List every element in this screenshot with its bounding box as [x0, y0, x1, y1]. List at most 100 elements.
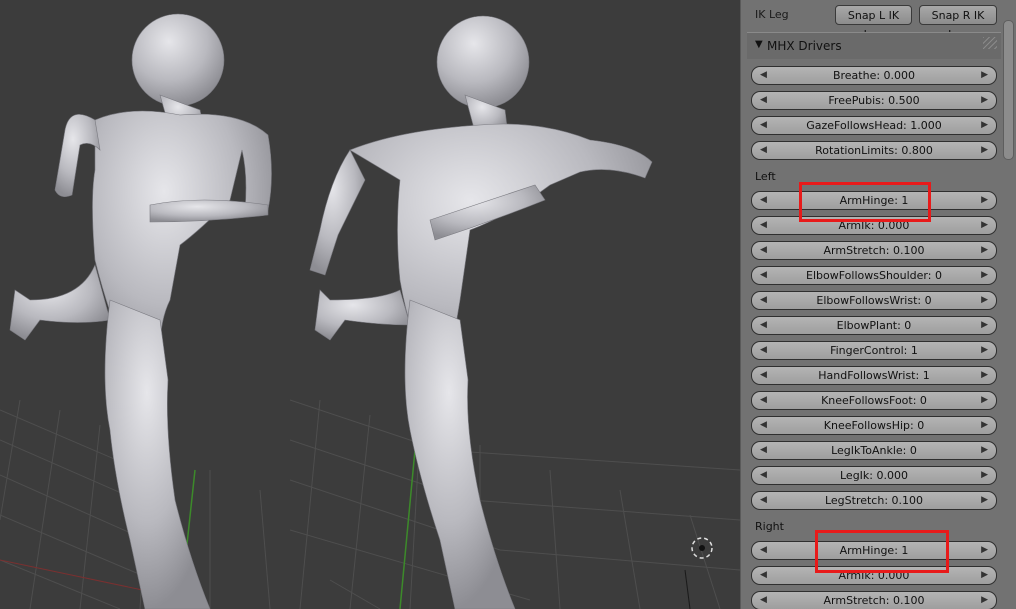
- slider-left-legstretch[interactable]: ◀ LegStretch: 0.100 ▶: [751, 491, 997, 510]
- decrement-arrow-icon[interactable]: ◀: [760, 292, 767, 309]
- decrement-arrow-icon[interactable]: ◀: [760, 267, 767, 284]
- decrement-arrow-icon[interactable]: ◀: [760, 542, 767, 559]
- increment-arrow-icon[interactable]: ▶: [981, 367, 988, 384]
- increment-arrow-icon[interactable]: ▶: [981, 567, 988, 584]
- floor-grid: [290, 399, 740, 609]
- slider-value: ElbowFollowsWrist: 0: [816, 294, 932, 307]
- increment-arrow-icon[interactable]: ▶: [981, 317, 988, 334]
- slider-value: ArmIk: 0.000: [838, 569, 910, 582]
- decrement-arrow-icon[interactable]: ◀: [760, 442, 767, 459]
- figure-armhinge-on: [290, 15, 740, 609]
- slider-right-armstretch[interactable]: ◀ ArmStretch: 0.100 ▶: [751, 591, 997, 609]
- human-figure: [9, 13, 272, 609]
- slider-value: ArmIk: 0.000: [838, 219, 910, 232]
- increment-arrow-icon[interactable]: ▶: [981, 267, 988, 284]
- slider-left-elbowfollowswrist[interactable]: ◀ ElbowFollowsWrist: 0 ▶: [751, 291, 997, 310]
- increment-arrow-icon[interactable]: ▶: [981, 442, 988, 459]
- decrement-arrow-icon[interactable]: ◀: [760, 317, 767, 334]
- increment-arrow-icon[interactable]: ▶: [981, 417, 988, 434]
- slider-gazefollowshead[interactable]: ◀ GazeFollowsHead: 1.000 ▶: [751, 116, 997, 135]
- slider-rotationlimits[interactable]: ◀ RotationLimits: 0.800 ▶: [751, 141, 997, 160]
- slider-left-armhinge[interactable]: ◀ ArmHinge: 1 ▶: [751, 191, 997, 210]
- 3d-cursor-icon[interactable]: [691, 537, 713, 559]
- slider-value: LegIk: 0.000: [840, 469, 908, 482]
- slider-left-fingercontrol[interactable]: ◀ FingerControl: 1 ▶: [751, 341, 997, 360]
- slider-value: ArmStretch: 0.100: [823, 594, 925, 607]
- increment-arrow-icon[interactable]: ▶: [981, 592, 988, 609]
- slider-value: GazeFollowsHead: 1.000: [806, 119, 942, 132]
- mhx-drivers-header[interactable]: ▼ MHX Drivers: [747, 32, 1001, 59]
- slider-freepubis[interactable]: ◀ FreePubis: 0.500 ▶: [751, 91, 997, 110]
- slider-value: ArmStretch: 0.100: [823, 244, 925, 257]
- decrement-arrow-icon[interactable]: ◀: [760, 392, 767, 409]
- slider-value: ArmHinge: 1: [839, 544, 909, 557]
- axis-line: [684, 569, 691, 609]
- panel-scrollbar[interactable]: [1003, 20, 1014, 160]
- decrement-arrow-icon[interactable]: ◀: [760, 417, 767, 434]
- mhx-drivers-title: MHX Drivers: [767, 39, 842, 53]
- y-axis-line: [399, 449, 416, 609]
- increment-arrow-icon[interactable]: ▶: [981, 467, 988, 484]
- drag-grip-icon[interactable]: [983, 37, 997, 49]
- slider-value: LegStretch: 0.100: [824, 494, 924, 507]
- slider-value: ElbowFollowsShoulder: 0: [806, 269, 942, 282]
- increment-arrow-icon[interactable]: ▶: [981, 67, 988, 84]
- increment-arrow-icon[interactable]: ▶: [981, 92, 988, 109]
- decrement-arrow-icon[interactable]: ◀: [760, 367, 767, 384]
- increment-arrow-icon[interactable]: ▶: [981, 342, 988, 359]
- slider-breathe[interactable]: ◀ Breathe: 0.000 ▶: [751, 66, 997, 85]
- increment-arrow-icon[interactable]: ▶: [981, 117, 988, 134]
- viewport-left[interactable]: -: [0, 0, 290, 609]
- properties-panel: IK Leg Snap L IK Leg Snap R IK Leg ▼ MHX…: [740, 0, 1016, 609]
- decrement-arrow-icon[interactable]: ◀: [760, 142, 767, 159]
- right-section-label: Right: [755, 520, 784, 533]
- increment-arrow-icon[interactable]: ▶: [981, 392, 988, 409]
- slider-left-kneefollowsfoot[interactable]: ◀ KneeFollowsFoot: 0 ▶: [751, 391, 997, 410]
- slider-value: KneeFollowsHip: 0: [823, 419, 925, 432]
- slider-value: RotationLimits: 0.800: [815, 144, 933, 157]
- increment-arrow-icon[interactable]: ▶: [981, 192, 988, 209]
- slider-value: FingerControl: 1: [830, 344, 918, 357]
- collapse-triangle-icon[interactable]: ▼: [755, 39, 763, 50]
- decrement-arrow-icon[interactable]: ◀: [760, 567, 767, 584]
- slider-value: HandFollowsWrist: 1: [818, 369, 930, 382]
- slider-right-armhinge[interactable]: ◀ ArmHinge: 1 ▶: [751, 541, 997, 560]
- slider-value: ElbowPlant: 0: [836, 319, 912, 332]
- ik-leg-row: IK Leg Snap L IK Leg Snap R IK Leg: [741, 0, 1003, 41]
- slider-value: ArmHinge: 1: [839, 194, 909, 207]
- slider-right-armik[interactable]: ◀ ArmIk: 0.000 ▶: [751, 566, 997, 585]
- slider-left-armstretch[interactable]: ◀ ArmStretch: 0.100 ▶: [751, 241, 997, 260]
- slider-left-legik[interactable]: ◀ LegIk: 0.000 ▶: [751, 466, 997, 485]
- slider-left-armik[interactable]: ◀ ArmIk: 0.000 ▶: [751, 216, 997, 235]
- slider-left-handfollowswrist[interactable]: ◀ HandFollowsWrist: 1 ▶: [751, 366, 997, 385]
- figure-armhinge-off: -: [0, 13, 272, 609]
- decrement-arrow-icon[interactable]: ◀: [760, 342, 767, 359]
- slider-left-elbowfollowsshoulder[interactable]: ◀ ElbowFollowsShoulder: 0 ▶: [751, 266, 997, 285]
- increment-arrow-icon[interactable]: ▶: [981, 242, 988, 259]
- decrement-arrow-icon[interactable]: ◀: [760, 242, 767, 259]
- slider-value: KneeFollowsFoot: 0: [821, 394, 927, 407]
- decrement-arrow-icon[interactable]: ◀: [760, 117, 767, 134]
- slider-value: FreePubis: 0.500: [828, 94, 920, 107]
- viewport-right[interactable]: [290, 0, 740, 609]
- increment-arrow-icon[interactable]: ▶: [981, 492, 988, 509]
- decrement-arrow-icon[interactable]: ◀: [760, 192, 767, 209]
- snap-l-ik-leg-button[interactable]: Snap L IK Leg: [835, 5, 912, 41]
- decrement-arrow-icon[interactable]: ◀: [760, 92, 767, 109]
- ik-leg-label: IK Leg: [755, 8, 789, 21]
- decrement-arrow-icon[interactable]: ◀: [760, 67, 767, 84]
- snap-r-ik-leg-button[interactable]: Snap R IK Leg: [919, 5, 997, 41]
- decrement-arrow-icon[interactable]: ◀: [760, 492, 767, 509]
- increment-arrow-icon[interactable]: ▶: [981, 542, 988, 559]
- decrement-arrow-icon[interactable]: ◀: [760, 217, 767, 234]
- decrement-arrow-icon[interactable]: ◀: [760, 592, 767, 609]
- increment-arrow-icon[interactable]: ▶: [981, 292, 988, 309]
- increment-arrow-icon[interactable]: ▶: [981, 142, 988, 159]
- slider-value: LegIkToAnkle: 0: [831, 444, 917, 457]
- slider-left-elbowplant[interactable]: ◀ ElbowPlant: 0 ▶: [751, 316, 997, 335]
- slider-left-kneefollowship[interactable]: ◀ KneeFollowsHip: 0 ▶: [751, 416, 997, 435]
- increment-arrow-icon[interactable]: ▶: [981, 217, 988, 234]
- slider-left-legiktoankle[interactable]: ◀ LegIkToAnkle: 0 ▶: [751, 441, 997, 460]
- human-figure: [309, 15, 653, 609]
- decrement-arrow-icon[interactable]: ◀: [760, 467, 767, 484]
